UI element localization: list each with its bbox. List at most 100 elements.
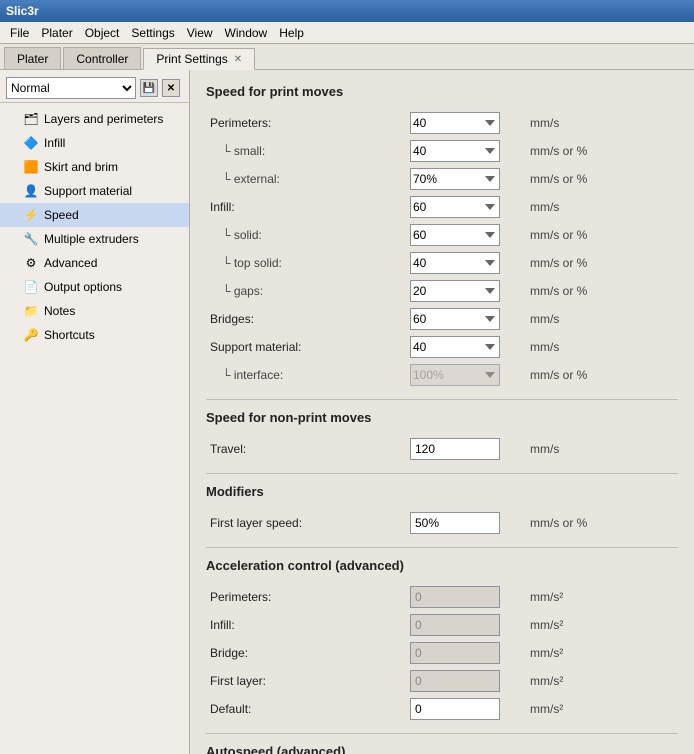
top-solid-input-cell: 40 [406,249,526,277]
speed-nonprint-table: Travel: mm/s [206,435,678,463]
sidebar-item-layers-and-perimeters[interactable]: 🗂 Layers and perimeters [0,107,189,131]
travel-unit: mm/s [526,435,678,463]
support-material-unit: mm/s [526,333,678,361]
section-title-modifiers: Modifiers [206,484,678,499]
menu-file[interactable]: File [4,25,35,41]
accel-first-layer-input-cell [406,667,526,695]
bridges-label: Bridges: [206,305,406,333]
accel-default-label: Default: [206,695,406,723]
accel-first-layer-label: First layer: [206,667,406,695]
sidebar-item-advanced[interactable]: ⚙ Advanced [0,251,189,275]
profile-select[interactable]: Normal Fast Detailed [6,77,136,99]
infill-dropdown[interactable]: 60 [410,196,500,218]
solid-input-cell: 60 [406,221,526,249]
tab-controller[interactable]: Controller [63,47,141,69]
sidebar-item-speed[interactable]: ⚡ Speed [0,203,189,227]
table-row: Infill: 60 mm/s [206,193,678,221]
external-input-cell: 70% [406,165,526,193]
accel-perimeters-input [410,586,500,608]
menu-plater[interactable]: Plater [35,25,78,41]
menu-object[interactable]: Object [79,25,126,41]
tab-plater[interactable]: Plater [4,47,61,69]
menu-help[interactable]: Help [273,25,310,41]
tab-close-icon[interactable]: ✕ [234,54,242,65]
perimeters-label: Perimeters: [206,109,406,137]
menu-bar: File Plater Object Settings View Window … [0,22,694,44]
solid-label: └ solid: [206,221,406,249]
small-unit: mm/s or % [526,137,678,165]
sidebar-item-support-material[interactable]: 👤 Support material [0,179,189,203]
sidebar-item-multiple-extruders[interactable]: 🔧 Multiple extruders [0,227,189,251]
menu-settings[interactable]: Settings [125,25,180,41]
table-row: First layer: mm/s² [206,667,678,695]
bridges-dropdown[interactable]: 60 [410,308,500,330]
gaps-input-cell: 20 [406,277,526,305]
speed-print-table: Perimeters: 40 mm/s └ small: 40 mm/s or … [206,109,678,389]
section-title-speed-print: Speed for print moves [206,84,678,99]
accel-infill-input [410,614,500,636]
menu-view[interactable]: View [181,25,219,41]
accel-perimeters-label: Perimeters: [206,583,406,611]
delete-profile-button[interactable]: ✕ [162,79,180,97]
first-layer-speed-label: First layer speed: [206,509,406,537]
modifiers-table: First layer speed: mm/s or % [206,509,678,537]
accel-default-unit: mm/s² [526,695,678,723]
accel-bridge-input-cell [406,639,526,667]
output-icon: 📄 [24,280,38,294]
perimeters-input-cell: 40 [406,109,526,137]
infill-unit: mm/s [526,193,678,221]
menu-window[interactable]: Window [219,25,274,41]
gaps-unit: mm/s or % [526,277,678,305]
table-row: └ small: 40 mm/s or % [206,137,678,165]
infill-input-cell: 60 [406,193,526,221]
divider-2 [206,473,678,474]
first-layer-speed-input[interactable] [410,512,500,534]
gaps-dropdown[interactable]: 20 [410,280,500,302]
external-dropdown[interactable]: 70% [410,168,500,190]
accel-infill-unit: mm/s² [526,611,678,639]
accel-default-input[interactable] [410,698,500,720]
acceleration-table: Perimeters: mm/s² Infill: mm/s² Bridge: … [206,583,678,723]
table-row: └ gaps: 20 mm/s or % [206,277,678,305]
sidebar-item-output-options[interactable]: 📄 Output options [0,275,189,299]
content-area: Speed for print moves Perimeters: 40 mm/… [190,70,694,754]
skirt-icon: 🟧 [24,160,38,174]
accel-first-layer-unit: mm/s² [526,667,678,695]
interface-label: └ interface: [206,361,406,389]
support-material-label: Support material: [206,333,406,361]
sidebar-item-shortcuts[interactable]: 🔑 Shortcuts [0,323,189,347]
accel-perimeters-unit: mm/s² [526,583,678,611]
accel-first-layer-input [410,670,500,692]
infill-icon: 🔷 [24,136,38,150]
infill-label: Infill: [206,193,406,221]
perimeters-dropdown[interactable]: 40 [410,112,500,134]
external-unit: mm/s or % [526,165,678,193]
travel-label: Travel: [206,435,406,463]
sidebar-item-skirt-and-brim[interactable]: 🟧 Skirt and brim [0,155,189,179]
external-label: └ external: [206,165,406,193]
save-profile-button[interactable]: 💾 [140,79,158,97]
accel-bridge-unit: mm/s² [526,639,678,667]
accel-perimeters-input-cell [406,583,526,611]
top-solid-label: └ top solid: [206,249,406,277]
support-material-dropdown[interactable]: 40 [410,336,500,358]
notes-icon: 📁 [24,304,38,318]
table-row: Infill: mm/s² [206,611,678,639]
support-material-input-cell: 40 [406,333,526,361]
sidebar-item-notes[interactable]: 📁 Notes [0,299,189,323]
small-dropdown[interactable]: 40 [410,140,500,162]
sidebar-item-infill[interactable]: 🔷 Infill [0,131,189,155]
tab-bar: Plater Controller Print Settings ✕ [0,44,694,70]
travel-input[interactable] [410,438,500,460]
support-icon: 👤 [24,184,38,198]
tab-print-settings[interactable]: Print Settings ✕ [143,48,255,70]
table-row: Bridges: 60 mm/s [206,305,678,333]
top-solid-dropdown[interactable]: 40 [410,252,500,274]
table-row: └ solid: 60 mm/s or % [206,221,678,249]
interface-unit: mm/s or % [526,361,678,389]
small-label: └ small: [206,137,406,165]
interface-dropdown[interactable]: 100% [410,364,500,386]
solid-dropdown[interactable]: 60 [410,224,500,246]
section-title-autospeed: Autospeed (advanced) [206,744,678,754]
table-row: └ interface: 100% mm/s or % [206,361,678,389]
